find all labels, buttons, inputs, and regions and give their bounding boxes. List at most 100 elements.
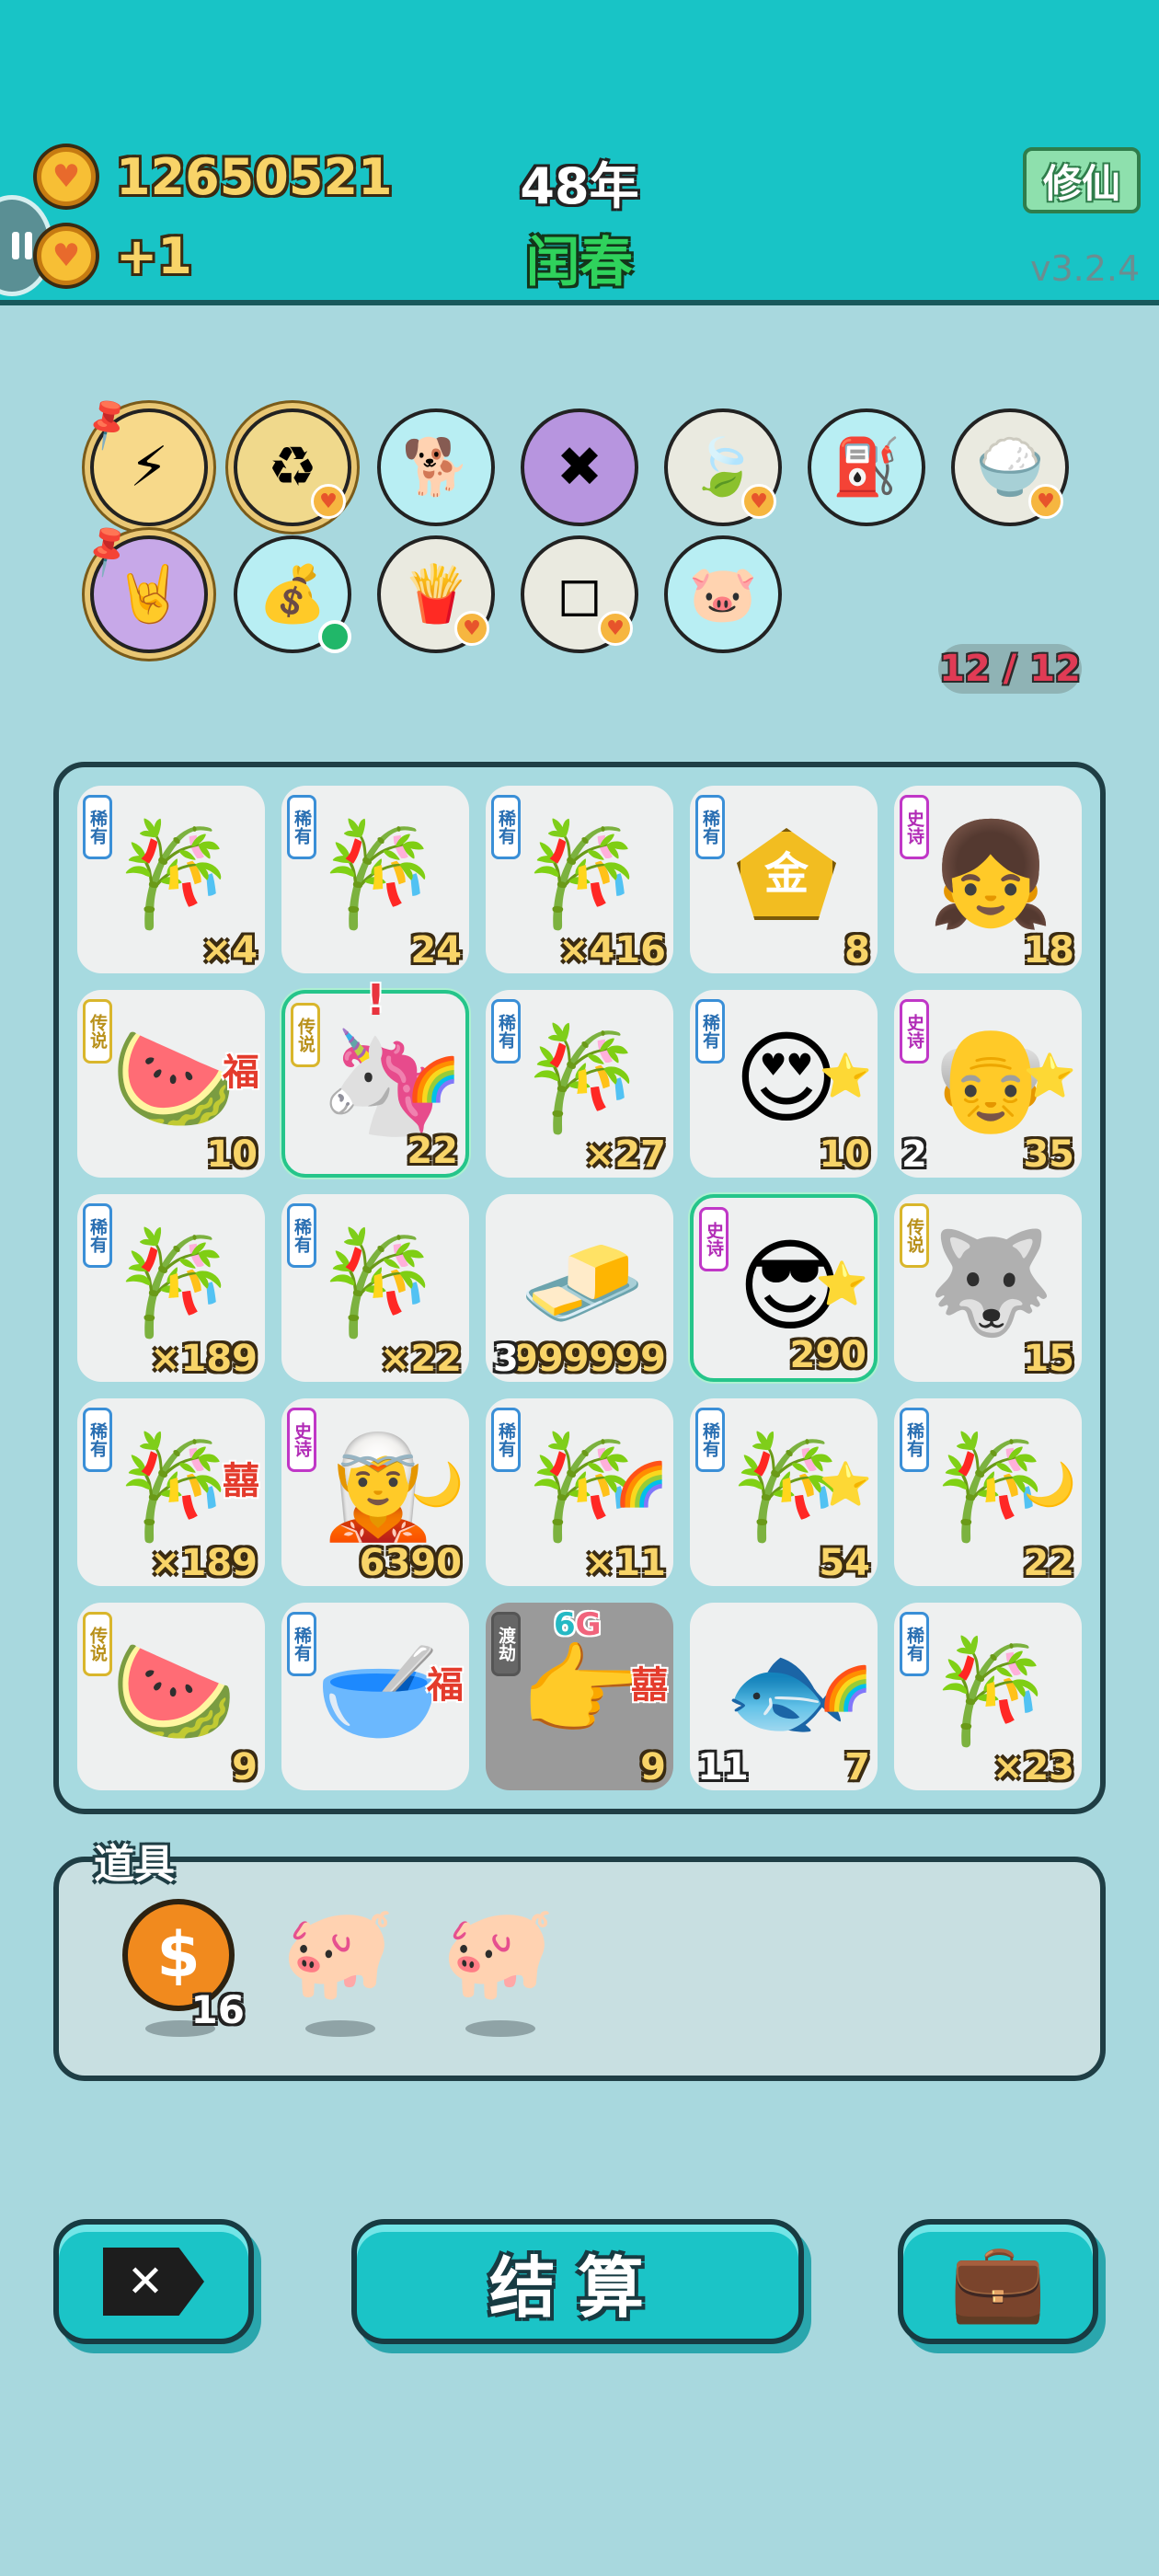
board-tile[interactable]: 稀有 🎋 囍 ×189 (77, 1398, 265, 1586)
cool-dog-icon: 🐕 (401, 435, 471, 500)
item-slot[interactable]: 🐖 (434, 1899, 563, 2037)
board-tile[interactable]: 🧈 999999 3 (486, 1194, 673, 1382)
board-tile[interactable]: 稀有 🥣 福 (281, 1603, 469, 1790)
piggy-bank-icon: 🐖 (441, 1898, 557, 2006)
modifier-icon: ⭐ (1023, 1051, 1076, 1100)
board-tile[interactable]: 稀有金 8 (690, 786, 878, 973)
tile-count: 35 (1023, 1133, 1074, 1176)
relic-rice-bowl-icon[interactable]: 🍚 ♥ (951, 408, 1069, 526)
tile-count: 10 (819, 1133, 870, 1176)
item-count: 16 (190, 1987, 245, 2032)
board-tile[interactable]: 史诗 🧝 🌙 6390 (281, 1398, 469, 1586)
item-slot[interactable]: $16 (114, 1899, 245, 2037)
watermelon-icon: 🍉 (110, 1632, 237, 1750)
board-tile[interactable]: 稀有 🎋 🌈 ×11 (486, 1398, 673, 1586)
network-6g-tag: 6G (554, 1606, 602, 1643)
modifier-icon: 🌈 (614, 1459, 668, 1509)
bamboo-icon: 🎋 (110, 1224, 237, 1341)
tile-turn-count: 2 (901, 1133, 927, 1176)
cultivation-button[interactable]: 修仙 (1023, 147, 1141, 213)
tile-count: 999999 (512, 1338, 666, 1380)
relic-money-sack-icon[interactable]: 💰 (234, 535, 351, 653)
modifier-icon: 福 (427, 1664, 464, 1707)
board-tile[interactable]: 传说 🍉 9 (77, 1603, 265, 1790)
board-tile[interactable]: 史诗 👴 ⭐ 35 2 (894, 990, 1082, 1178)
relic-math-bird-icon[interactable]: ✖ (521, 408, 638, 526)
board-tile[interactable]: 稀有 🎋 ×27 (486, 990, 673, 1178)
fries-icon: 🍟 (401, 562, 471, 627)
relic-leaf-icon[interactable]: 🍃 ♥ (664, 408, 782, 526)
relic-piggy-bank-icon[interactable]: 🐷 (664, 535, 782, 653)
math-bird-icon: ✖ (556, 435, 603, 500)
sugar-cubes-icon: ◻ (557, 562, 602, 627)
heart-badge-icon: ♥ (741, 484, 776, 519)
relic-lightning-icon[interactable]: ⚡ 📌 (77, 393, 208, 526)
relic-cool-dog-icon[interactable]: 🐕 (377, 408, 495, 526)
bag-button[interactable]: 💼 (898, 2219, 1098, 2344)
modifier-icon: 囍 (223, 1460, 259, 1502)
board-tile[interactable]: 稀有 🎋 ×189 (77, 1194, 265, 1382)
board-tile[interactable]: 稀有 😍 ⭐ 10 (690, 990, 878, 1178)
refresh-icon: ♻ (268, 435, 317, 500)
board-tile[interactable]: 稀有 🎋 🌙 22 (894, 1398, 1082, 1586)
modifier-icon: 福 (223, 1052, 259, 1094)
close-button[interactable]: ✕ (53, 2219, 254, 2344)
bamboo-icon: 🎋 (315, 1224, 442, 1341)
board-tile[interactable]: 稀有 🎋 ×22 (281, 1194, 469, 1382)
modifier-icon: ⭐ (819, 1459, 872, 1509)
board-tile[interactable]: 传说 🐺 15 (894, 1194, 1082, 1382)
bamboo-icon: 🎋 (315, 815, 442, 933)
tile-turn-count: 3 (493, 1338, 519, 1380)
husky-king-icon: 🐺 (927, 1224, 1054, 1341)
tile-count: 54 (819, 1542, 870, 1584)
tile-count: 18 (1023, 929, 1074, 972)
coin-icon: ♥ (37, 147, 96, 206)
modifier-icon: 🌈 (819, 1663, 872, 1713)
modifier-icon: ⭐ (819, 1051, 872, 1100)
tile-turn-count: 11 (697, 1746, 749, 1788)
item-slot[interactable]: 🐖 (274, 1899, 403, 2037)
tile-count: 9 (232, 1746, 258, 1788)
relic-rock-hand-icon[interactable]: 🤘 📌 (77, 520, 208, 653)
board-tile[interactable]: 稀有 🎋 ×23 (894, 1603, 1082, 1790)
board-tile[interactable]: 稀有 🎋 ×416 (486, 786, 673, 973)
season-label: 闰春 (525, 231, 633, 293)
tile-count: ×23 (992, 1746, 1074, 1788)
bamboo-icon: 🎋 (519, 815, 646, 933)
board-tile[interactable]: 🐟 🌈 7 11 (690, 1603, 878, 1790)
income-value: +1 (116, 226, 192, 285)
bamboo-icon: 🎋 (110, 815, 237, 933)
relic-fries-icon[interactable]: 🍟 ♥ (377, 535, 495, 653)
board-tile[interactable]: 稀有 🎋 ×4 (77, 786, 265, 973)
piggy-bank-icon: 🐖 (281, 1898, 396, 2006)
settle-button[interactable]: 结算 (351, 2219, 804, 2344)
coin-icon: ♥ (37, 226, 96, 285)
modifier-icon: 囍 (631, 1664, 668, 1707)
relic-refresh-icon[interactable]: ♻ ♥ (234, 408, 351, 526)
modifier-icon: 🌈 (407, 1054, 460, 1104)
board-tile[interactable]: 稀有 🎋 ⭐ 54 (690, 1398, 878, 1586)
relic-pump-icon[interactable]: ⛽ (808, 408, 925, 526)
tile-count: 22 (407, 1130, 458, 1172)
board-tile[interactable]: 稀有 🎋 24 (281, 786, 469, 973)
piggy-bank-icon: 🐷 (688, 562, 758, 627)
bamboo-icon: 🎋 (519, 1019, 646, 1137)
items-title: 道具 (94, 1841, 175, 1888)
tile-count: 6390 (359, 1542, 462, 1584)
modifier-icon: 🌙 (410, 1459, 464, 1509)
heart-badge-icon: ♥ (1028, 484, 1063, 519)
briefcase-icon: 💼 (949, 2236, 1047, 2327)
board-tile[interactable]: 史诗 😎 ⭐ 290 (690, 1194, 878, 1382)
tile-count: ×27 (583, 1133, 666, 1176)
board-tile[interactable]: 渡劫 👉 囍 6G 9 (486, 1603, 673, 1790)
tile-count: 15 (1023, 1338, 1074, 1380)
board-tile[interactable]: 史诗 👧 18 (894, 786, 1082, 973)
modifier-icon: 🌙 (1023, 1459, 1076, 1509)
girl-braids-icon: 👧 (927, 815, 1054, 933)
close-icon: ✕ (103, 2248, 204, 2316)
silver-bars-icon: 🧈 (519, 1224, 646, 1341)
rock-hand-icon: 🤘 (114, 562, 184, 627)
relic-sugar-cubes-icon[interactable]: ◻ ♥ (521, 535, 638, 653)
board-tile[interactable]: 传说 🍉 福 10 (77, 990, 265, 1178)
tile-count: 24 (410, 929, 462, 972)
